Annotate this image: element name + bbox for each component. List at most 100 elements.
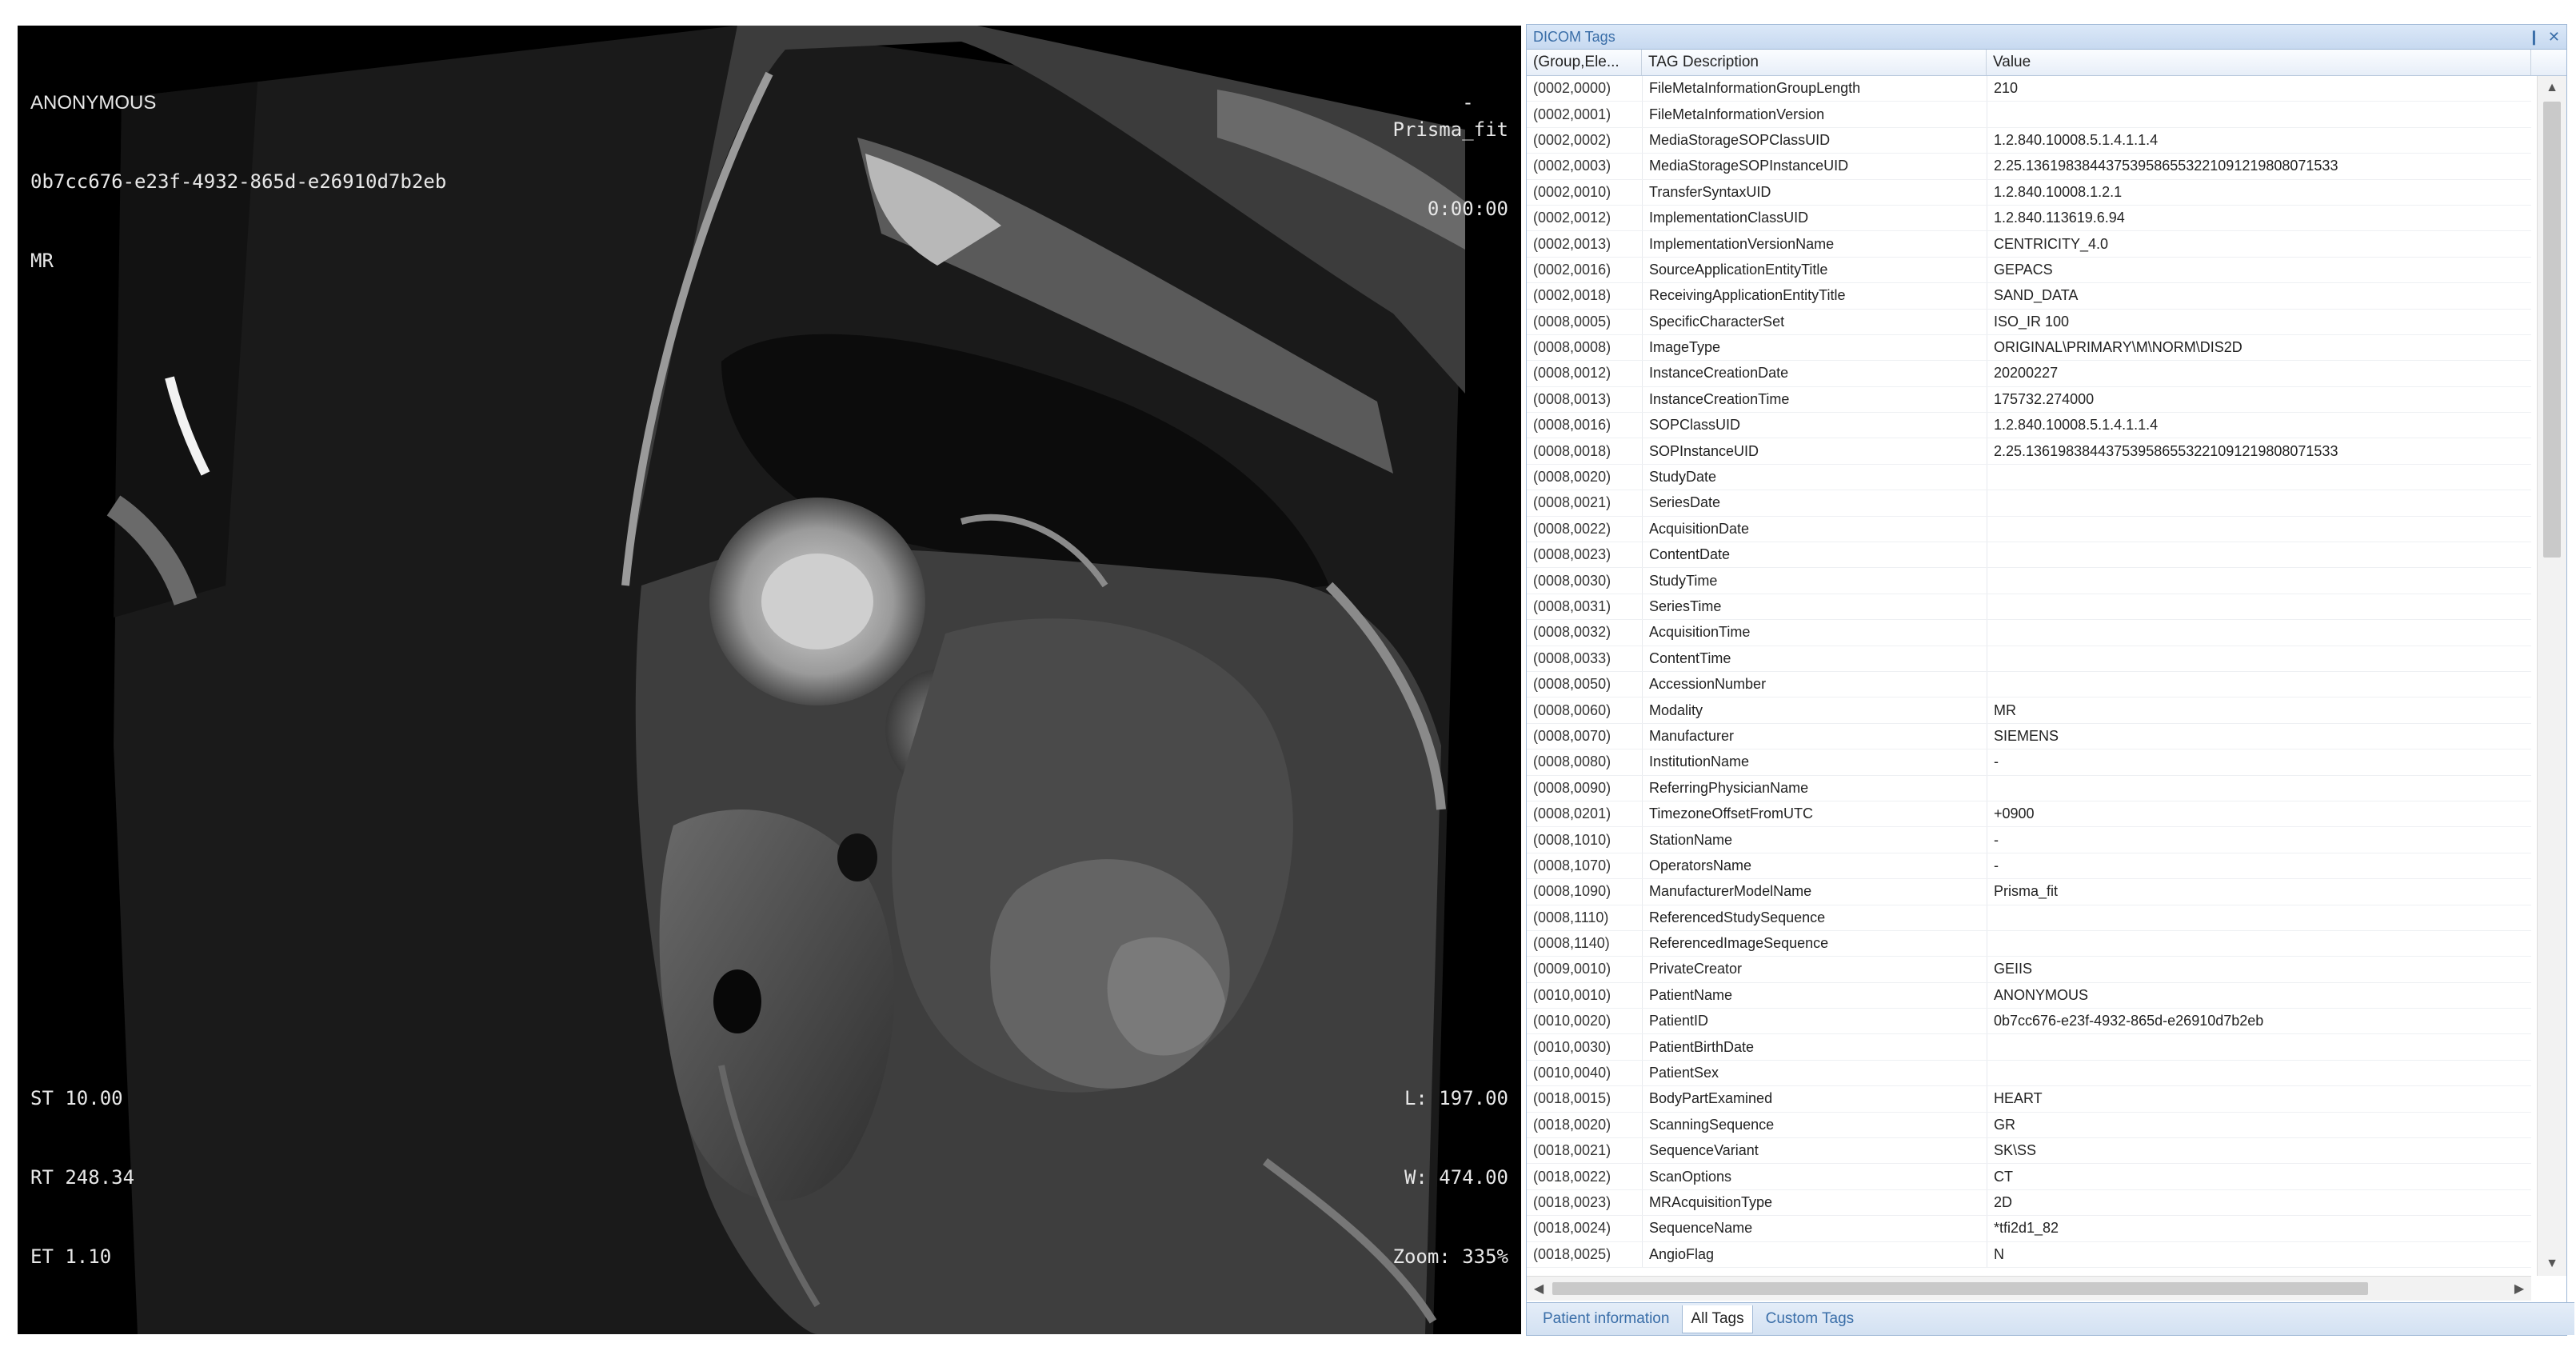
column-header-value[interactable]: Value	[1987, 50, 2531, 75]
tag-description-cell: InstanceCreationDate	[1642, 361, 1987, 386]
table-row[interactable]: (0008,0050) AccessionNumber	[1527, 671, 2531, 698]
vertical-scroll-thumb[interactable]	[2543, 102, 2561, 558]
vertical-scrollbar[interactable]: ▲ ▼	[2537, 76, 2566, 1276]
tag-description-cell: SpecificCharacterSet	[1642, 309, 1987, 334]
table-row[interactable]: (0008,0016) SOPClassUID 1.2.840.10008.5.1.…	[1527, 413, 2531, 439]
table-row[interactable]: (0008,0070) Manufacturer SIEMENS	[1527, 723, 2531, 750]
table-row[interactable]: (0008,0021) SeriesDate	[1527, 490, 2531, 517]
tag-value-cell: 2D	[1987, 1189, 2531, 1216]
tag-id-cell: (0002,0003)	[1533, 158, 1611, 174]
table-row[interactable]: (0018,0024) SequenceName *tfi2d1_82	[1527, 1216, 2531, 1242]
tag-description-cell: ReferencedStudySequence	[1642, 905, 1987, 930]
table-row[interactable]: (0002,0002) MediaStorageSOPClassUID 1.2.84…	[1527, 127, 2531, 154]
table-row[interactable]: (0008,0030) StudyTime	[1527, 568, 2531, 594]
tag-value-cell	[1987, 516, 2531, 542]
table-row[interactable]: (0008,0031) SeriesTime	[1527, 594, 2531, 621]
table-row[interactable]: (0002,0012) ImplementationClassUID 1.2.840…	[1527, 205, 2531, 232]
tab-all-tags[interactable]: All Tags	[1682, 1305, 1753, 1333]
table-row[interactable]: (0008,0018) SOPInstanceUID 2.25.1361983844…	[1527, 438, 2531, 465]
horizontal-scroll-thumb[interactable]	[1552, 1282, 2368, 1295]
horizontal-scrollbar[interactable]: ◀ ▶	[1527, 1276, 2531, 1301]
table-row[interactable]: (0008,0020) StudyDate	[1527, 464, 2531, 491]
table-row[interactable]: (0008,0080) InstitutionName -	[1527, 749, 2531, 776]
table-row[interactable]: (0008,1140) ReferencedImageSequence	[1527, 930, 2531, 957]
window-level-overlay: L: 197.00	[1404, 1087, 1508, 1109]
tag-id-cell: (0002,0000)	[1533, 80, 1611, 97]
table-row[interactable]: (0008,0201) TimezoneOffsetFromUTC +0900	[1527, 801, 2531, 828]
tag-value-cell	[1987, 1034, 2531, 1060]
table-row[interactable]: (0008,0013) InstanceCreationTime 175732.27…	[1527, 386, 2531, 414]
tag-id-cell: (0002,0012)	[1533, 210, 1611, 226]
table-row[interactable]: (0008,0005) SpecificCharacterSet ISO_IR 10…	[1527, 309, 2531, 335]
tag-id-cell: (0018,0025)	[1533, 1245, 1611, 1262]
modality-overlay: MR	[30, 250, 54, 272]
table-row[interactable]: (0008,1090) ManufacturerModelName Prisma_f…	[1527, 879, 2531, 905]
tag-description-cell: SeriesTime	[1642, 594, 1987, 620]
tag-value-cell	[1987, 594, 2531, 620]
tag-id-cell: (0008,0018)	[1533, 442, 1611, 459]
tag-value-cell: 1.2.840.10008.5.1.4.1.1.4	[1987, 413, 2531, 438]
table-row[interactable]: (0002,0016) SourceApplicationEntityTitle G…	[1527, 257, 2531, 284]
scroll-down-icon[interactable]: ▼	[2538, 1252, 2566, 1276]
close-icon[interactable]: ✕	[2548, 29, 2560, 46]
table-row[interactable]: (0002,0003) MediaStorageSOPInstanceUID 2.2…	[1527, 154, 2531, 180]
tag-id-cell: (0008,0060)	[1533, 701, 1611, 718]
table-row[interactable]: (0018,0020) ScanningSequence GR	[1527, 1112, 2531, 1139]
table-row[interactable]: (0010,0010) PatientName ANONYMOUS	[1527, 982, 2531, 1009]
zoom-overlay: Zoom: 335%	[1392, 1245, 1509, 1268]
column-header-group-element[interactable]: (Group,Ele...	[1527, 50, 1642, 75]
tag-value-cell	[1987, 646, 2531, 671]
tab-patient-information[interactable]: Patient information	[1535, 1305, 1677, 1333]
table-row[interactable]: (0018,0025) AngioFlag N	[1527, 1241, 2531, 1268]
table-row[interactable]: (0008,1010) StationName -	[1527, 827, 2531, 853]
table-row[interactable]: (0010,0030) PatientBirthDate	[1527, 1034, 2531, 1061]
table-row[interactable]: (0010,0020) PatientID 0b7cc676-e23f-4932-8…	[1527, 1009, 2531, 1035]
tag-id-cell: (0008,0090)	[1533, 779, 1611, 796]
tag-value-cell: 0b7cc676-e23f-4932-865d-e26910d7b2eb	[1987, 1009, 2531, 1034]
column-header-tag-description[interactable]: TAG Description	[1642, 50, 1987, 75]
table-row[interactable]: (0018,0022) ScanOptions CT	[1527, 1164, 2531, 1190]
table-row[interactable]: (0002,0000) FileMetaInformationGroupLengt…	[1527, 76, 2531, 102]
table-row[interactable]: (0008,0012) InstanceCreationDate 20200227	[1527, 361, 2531, 387]
overlay-bottom-right: L: 197.00 W: 474.00 Zoom: 335%	[1393, 1033, 1509, 1323]
table-row[interactable]: (0008,0008) ImageType ORIGINAL\PRIMARY\M\N…	[1527, 334, 2531, 362]
tag-id-cell: (0002,0013)	[1533, 235, 1611, 252]
scroll-up-icon[interactable]: ▲	[2538, 76, 2566, 100]
table-row[interactable]: (0002,0010) TransferSyntaxUID 1.2.840.1000…	[1527, 179, 2531, 206]
tag-id-cell: (0018,0020)	[1533, 1116, 1611, 1133]
table-row[interactable]: (0002,0001) FileMetaInformationVersion	[1527, 102, 2531, 128]
table-row[interactable]: (0008,0060) Modality MR	[1527, 697, 2531, 724]
scroll-right-icon[interactable]: ▶	[2507, 1277, 2531, 1301]
table-row[interactable]: (0002,0018) ReceivingApplicationEntityTit…	[1527, 283, 2531, 310]
tag-description-cell: StudyTime	[1642, 568, 1987, 594]
table-row[interactable]: (0008,1070) OperatorsName -	[1527, 853, 2531, 880]
tab-custom-tags[interactable]: Custom Tags	[1758, 1305, 1863, 1333]
pin-icon[interactable]: ❙	[2528, 29, 2540, 46]
table-row[interactable]: (0018,0015) BodyPartExamined HEART	[1527, 1086, 2531, 1113]
table-row[interactable]: (0008,1110) ReferencedStudySequence	[1527, 905, 2531, 931]
tag-id-cell: (0008,0008)	[1533, 339, 1611, 356]
panel-tabs: Patient information All Tags Custom Tags	[1527, 1302, 2574, 1335]
table-row[interactable]: (0018,0021) SequenceVariant SK\SS	[1527, 1138, 2531, 1165]
table-row[interactable]: (0008,0023) ContentDate	[1527, 542, 2531, 569]
image-viewer[interactable]: ANONYMOUS 0b7cc676-e23f-4932-865d-e26910…	[18, 26, 1521, 1334]
tag-id-cell: (0008,1140)	[1533, 935, 1610, 952]
tag-description-cell: AcquisitionTime	[1642, 620, 1987, 646]
table-row[interactable]: (0008,0033) ContentTime	[1527, 646, 2531, 672]
panel-title-bar: DICOM Tags ❙ ✕	[1527, 25, 2566, 50]
table-row[interactable]: (0010,0040) PatientSex	[1527, 1060, 2531, 1087]
scroll-left-icon[interactable]: ◀	[1527, 1277, 1551, 1301]
tag-description-cell: PatientID	[1642, 1009, 1987, 1034]
tag-description-cell: ScanningSequence	[1642, 1112, 1987, 1138]
table-row[interactable]: (0009,0010) PrivateCreator GEIIS	[1527, 957, 2531, 983]
tag-description-cell: ReferencedImageSequence	[1642, 930, 1987, 957]
table-row[interactable]: (0008,0032) AcquisitionTime	[1527, 620, 2531, 646]
table-row[interactable]: (0002,0013) ImplementationVersionName CENT…	[1527, 231, 2531, 258]
tag-id-cell: (0002,0002)	[1533, 131, 1611, 148]
table-row[interactable]: (0018,0023) MRAcquisitionType 2D	[1527, 1189, 2531, 1217]
table-row[interactable]: (0008,0022) AcquisitionDate	[1527, 516, 2531, 543]
tag-description-cell: StudyDate	[1642, 464, 1987, 490]
tag-value-cell: 1.2.840.10008.1.2.1	[1987, 179, 2531, 205]
tag-description-cell: TransferSyntaxUID	[1642, 179, 1987, 205]
table-row[interactable]: (0008,0090) ReferringPhysicianName	[1527, 775, 2531, 801]
